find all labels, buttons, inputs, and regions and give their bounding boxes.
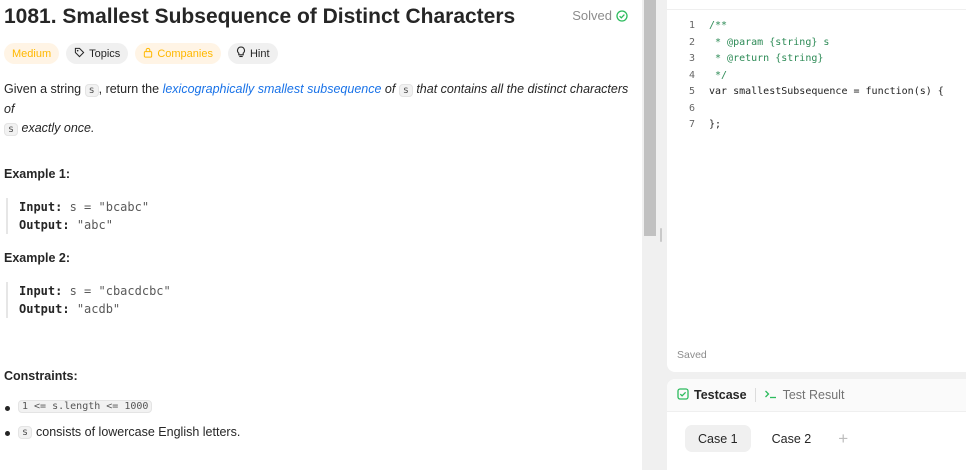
desc-text: exactly once.: [18, 121, 95, 135]
solved-status: Solved: [572, 8, 628, 23]
line-number: 1: [688, 20, 695, 31]
inline-code: s: [4, 123, 19, 136]
hint-label: Hint: [249, 47, 270, 60]
output-label: Output:: [19, 218, 70, 232]
example-1-block: Input: s = "bcabc" Output: "abc": [6, 198, 626, 234]
constraint-code: 1 <= s.length <= 1000: [18, 400, 153, 413]
splitter-grip[interactable]: [660, 228, 662, 242]
input-value: s = "bcabc": [69, 200, 150, 214]
constraint-item: 1 <= s.length <= 1000: [4, 400, 624, 413]
problem-tags: Medium Topics Companies Hint: [4, 43, 278, 64]
topics-label: Topics: [89, 47, 121, 60]
difficulty-label: Medium: [12, 47, 52, 60]
constraint-item: s consists of lowercase English letters.: [4, 425, 624, 439]
tag-icon: [74, 47, 85, 61]
tab-test-result-label: Test Result: [782, 388, 845, 402]
desc-text: , return the: [98, 82, 163, 96]
line-number: 6: [688, 102, 695, 114]
definition-link[interactable]: lexicographically smallest subsequence: [163, 82, 382, 96]
desc-text: of: [381, 82, 399, 96]
title-row: 1081. Smallest Subsequence of Distinct C…: [4, 4, 636, 32]
constraint-code: s: [18, 425, 33, 439]
testcase-panel: Testcase Test Result Case 1 Case 2 +: [667, 379, 966, 470]
testcase-tabs: Testcase Test Result: [667, 379, 966, 412]
line-number: 2: [688, 36, 695, 48]
line-text: [695, 101, 709, 118]
input-label: Input:: [19, 200, 63, 214]
case-1-button[interactable]: Case 1: [685, 425, 751, 452]
companies-button[interactable]: Companies: [135, 43, 221, 64]
code-editor[interactable]: 1 /** 2 * @param {string} s 3 * @return {…: [667, 0, 966, 372]
input-value: s = "cbacdcbc": [69, 284, 171, 298]
line-number: 4: [688, 69, 695, 81]
line-text: /**: [709, 20, 728, 31]
line-number: 7: [688, 119, 695, 130]
case-tabs: Case 1 Case 2 +: [685, 425, 848, 452]
checkbox-icon: [677, 387, 689, 403]
line-number: 3: [688, 53, 695, 64]
tab-testcase-label: Testcase: [694, 388, 747, 402]
code-line: 1 /**: [667, 18, 966, 35]
hint-button[interactable]: Hint: [227, 43, 278, 64]
companies-label: Companies: [157, 47, 213, 60]
line-text: * @param {string} s: [709, 36, 830, 48]
output-value: "abc": [76, 218, 113, 232]
line-text: var smallestSubsequence = function(s) {: [709, 86, 944, 97]
code-line: 3 * @return {string}: [667, 51, 966, 68]
code-line: 6: [667, 101, 966, 118]
problem-title[interactable]: 1081. Smallest Subsequence of Distinct C…: [4, 4, 636, 30]
line-text: };: [709, 119, 722, 130]
example-1-heading: Example 1:: [4, 167, 71, 181]
constraints-heading: Constraints:: [4, 369, 78, 383]
tab-test-result[interactable]: Test Result: [764, 388, 845, 403]
example-2-block: Input: s = "cbacdcbc" Output: "acdb": [6, 282, 626, 318]
example-2-heading: Example 2:: [4, 251, 71, 265]
code-line: 7};: [667, 117, 966, 134]
input-label: Input:: [19, 284, 63, 298]
output-value: "acdb": [76, 302, 121, 316]
inline-code: s: [84, 84, 99, 97]
lightbulb-icon: [236, 46, 246, 61]
check-circle-icon: [616, 9, 628, 22]
tab-divider: [754, 388, 756, 402]
solved-label: Solved: [572, 8, 612, 23]
topics-button[interactable]: Topics: [66, 43, 129, 64]
line-number: 5: [688, 86, 695, 97]
description-pane: 1081. Smallest Subsequence of Distinct C…: [0, 0, 642, 470]
lock-icon: [143, 47, 153, 61]
code-line: 4 */: [667, 68, 966, 85]
desc-text: Given a string: [4, 82, 85, 96]
add-case-icon[interactable]: +: [838, 429, 848, 449]
case-2-button[interactable]: Case 2: [759, 425, 825, 452]
problem-description: Given a string s, return the lexicograph…: [4, 80, 632, 139]
output-label: Output:: [19, 302, 70, 316]
code-line: 2 * @param {string} s: [667, 35, 966, 52]
editor-toolbar: [667, 0, 966, 10]
terminal-icon: [764, 388, 778, 403]
tab-testcase[interactable]: Testcase: [677, 387, 747, 403]
difficulty-badge: Medium: [4, 43, 60, 64]
constraints-list: 1 <= s.length <= 1000 s consists of lowe…: [4, 400, 624, 451]
line-text: */: [709, 69, 728, 81]
saved-status: Saved: [677, 349, 707, 361]
constraint-text: consists of lowercase English letters.: [36, 425, 241, 439]
inline-code: s: [398, 84, 413, 97]
line-text: * @return {string}: [709, 53, 824, 64]
description-scrollbar[interactable]: [644, 0, 656, 236]
code-lines[interactable]: 1 /** 2 * @param {string} s 3 * @return {…: [667, 18, 966, 134]
code-line: 5 var smallestSubsequence = function(s) {: [667, 84, 966, 101]
